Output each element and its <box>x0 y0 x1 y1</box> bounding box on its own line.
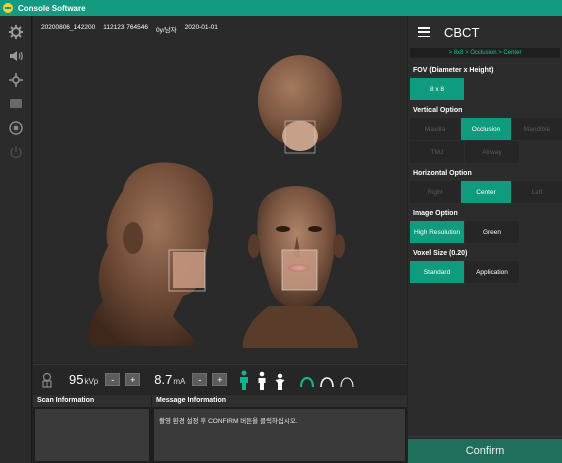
ma-value: 8.7 <box>154 372 173 387</box>
vertical-option-mandible[interactable]: Mandible <box>512 118 562 140</box>
voxel-option-standard[interactable]: Standard <box>410 261 464 283</box>
kvp-readout: 95kVp <box>69 372 98 387</box>
kvp-increase-button[interactable]: + <box>125 373 141 386</box>
horizontal-option-label: Horizontal Option <box>413 170 472 177</box>
scan-information-body <box>35 409 149 461</box>
voxel-option-application[interactable]: Application <box>465 261 519 283</box>
console-app: Console Software 20200806_142200 112123 … <box>0 0 562 463</box>
horizontal-option-left[interactable]: Left <box>512 181 562 203</box>
speaker-icon[interactable] <box>6 46 26 66</box>
scan-information-panel: Scan Information <box>33 395 151 463</box>
voxel-size-label: Voxel Size (0.20) <box>413 250 468 257</box>
settings-circle-icon[interactable] <box>6 118 26 138</box>
app-logo-icon <box>3 3 13 13</box>
vertical-option-maxilla[interactable]: Maxilla <box>410 118 460 140</box>
horizontal-option-right[interactable]: Right <box>410 181 460 203</box>
image-option-green[interactable]: Green <box>465 221 519 243</box>
horizontal-options: Right Center Left <box>408 181 562 203</box>
message-information-panel: Message Information 촬영 환경 설정 후 CONFIRM 버… <box>152 395 407 463</box>
kvp-decrease-button[interactable]: - <box>105 373 121 386</box>
gear-icon[interactable] <box>6 22 26 42</box>
vertical-option-occlusion[interactable]: Occlusion <box>461 118 511 140</box>
panel-title: CBCT <box>444 24 480 40</box>
left-toolbar <box>0 16 32 463</box>
exam-date: 2020-01-01 <box>184 24 218 31</box>
patient-info-bar: 20200806_142200 112123 764546 0y/남자 2020… <box>41 24 218 34</box>
info-panels: Scan Information Message Information 촬영 … <box>33 395 407 463</box>
side-view-head <box>88 162 213 346</box>
window-title: Console Software <box>18 3 86 13</box>
message-information-body: 촬영 환경 설정 후 CONFIRM 버튼을 클릭하십시오. <box>154 409 405 461</box>
adult-medium-icon[interactable] <box>257 370 267 390</box>
vertical-option-airway[interactable]: Airway <box>465 141 519 163</box>
patient-id: 112123 764546 <box>103 24 148 31</box>
fov-options: 8 x 8 <box>408 78 562 100</box>
cbct-settings-panel: CBCT > 8x8 > Occlusion > Center FOV (Dia… <box>408 16 562 463</box>
top-view-head <box>258 55 342 154</box>
arch-medium-icon[interactable] <box>319 372 335 388</box>
vertical-options-row-2: TMJ Airway <box>408 141 562 163</box>
menu-icon[interactable] <box>418 27 430 37</box>
power-icon[interactable] <box>6 142 26 162</box>
child-icon[interactable] <box>275 372 285 390</box>
network-icon[interactable] <box>6 70 26 90</box>
arch-narrow-icon[interactable] <box>299 372 315 388</box>
image-option-label: Image Option <box>413 210 458 217</box>
patient-age-sex: 0y/남자 <box>155 27 177 34</box>
vertical-option-label: Vertical Option <box>413 107 463 114</box>
xray-tube-icon <box>42 372 52 388</box>
exam-id: 20200806_142200 <box>41 24 96 31</box>
image-option-high-resolution[interactable]: High Resolution <box>410 221 464 243</box>
ma-readout: 8.7mA <box>154 372 185 387</box>
scan-information-title: Scan Information <box>33 395 151 407</box>
3d-head-viewer[interactable]: 20200806_142200 112123 764546 0y/남자 2020… <box>33 16 407 363</box>
head-models-illustration <box>88 55 358 348</box>
kvp-value: 95 <box>69 372 84 387</box>
breadcrumb: > 8x8 > Occlusion > Center <box>410 48 560 58</box>
arch-selector <box>299 372 355 388</box>
ma-increase-button[interactable]: + <box>212 373 228 386</box>
kvp-unit: kVp <box>84 377 99 386</box>
message-information-title: Message Information <box>152 395 407 407</box>
fov-label: FOV (Diameter x Height) <box>413 67 494 74</box>
ma-unit: mA <box>173 377 186 386</box>
voxel-options: Standard Application <box>408 261 562 283</box>
vertical-option-tmj[interactable]: TMJ <box>410 141 464 163</box>
panel-header: CBCT <box>408 16 562 48</box>
horizontal-option-center[interactable]: Center <box>461 181 511 203</box>
title-bar: Console Software <box>0 0 562 16</box>
confirm-button[interactable]: Confirm <box>408 437 562 463</box>
arch-wide-icon[interactable] <box>339 372 355 388</box>
ma-decrease-button[interactable]: - <box>192 373 208 386</box>
monitor-icon[interactable] <box>6 94 26 114</box>
patient-size-selector <box>239 370 285 390</box>
image-options: High Resolution Green <box>408 221 562 243</box>
vertical-options-row-1: Maxilla Occlusion Mandible <box>408 118 562 140</box>
confirm-label: Confirm <box>465 445 505 457</box>
front-view-head <box>242 186 358 348</box>
fov-option-8x8[interactable]: 8 x 8 <box>410 78 464 100</box>
adult-large-icon[interactable] <box>239 370 249 390</box>
exposure-controls: 95kVp - + 8.7mA - + <box>33 364 407 394</box>
